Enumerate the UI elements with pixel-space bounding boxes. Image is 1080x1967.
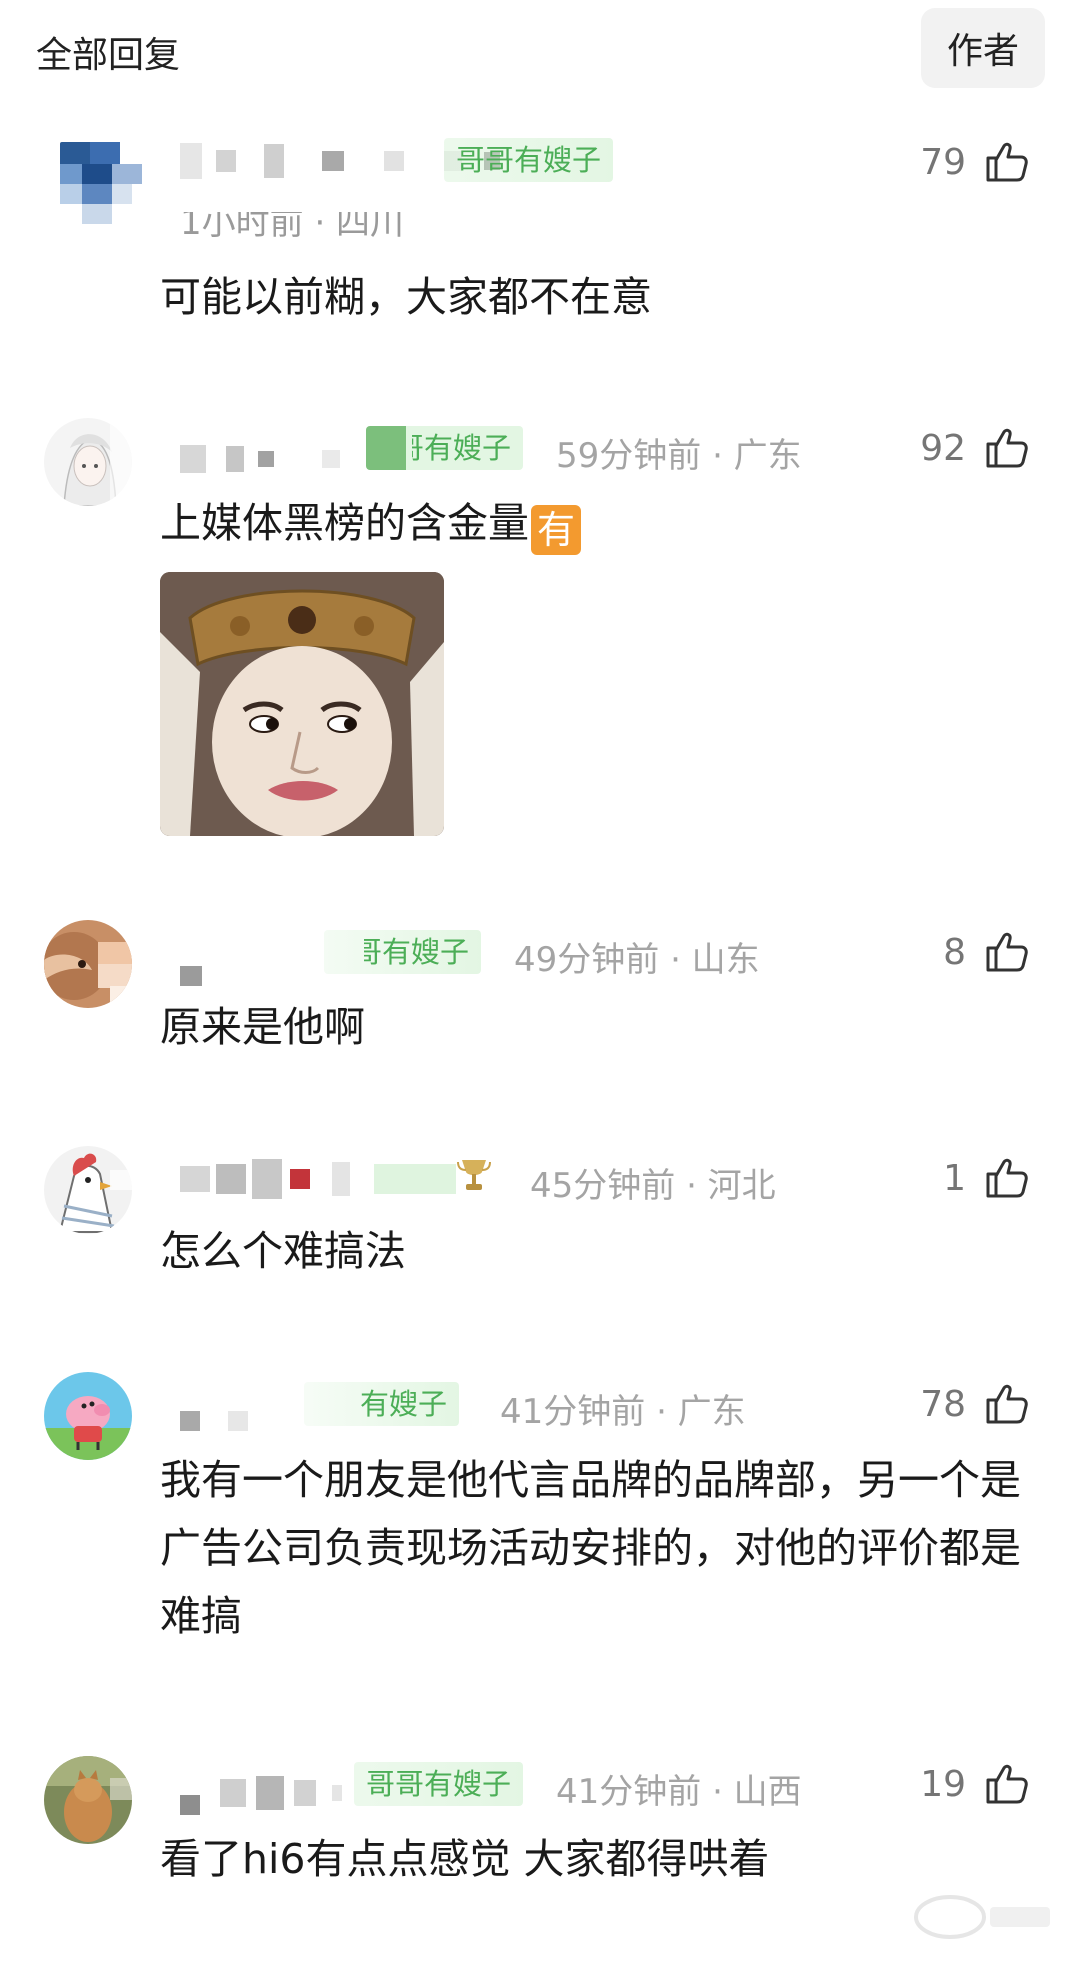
page-title: 全部回复 — [36, 35, 181, 76]
thumbs-up-icon[interactable] — [982, 928, 1030, 976]
header: 全部回复 作者 — [0, 0, 1080, 96]
avatar[interactable] — [44, 1146, 132, 1234]
comment-text-content: 上媒体黑榜的含金量 — [160, 499, 529, 547]
avatar[interactable] — [44, 418, 132, 506]
comment-text: 看了hi6有点点感觉 大家都得哄着 — [160, 1835, 770, 1883]
avatar-image — [60, 142, 142, 224]
like-count: 92 — [920, 428, 966, 469]
fan-badge: 哥哥有嫂子 — [366, 426, 524, 470]
meme-image[interactable] — [160, 572, 444, 836]
trophy-medal-icon — [457, 1160, 491, 1190]
meme-face-image — [160, 572, 444, 836]
avatar-image — [44, 1372, 132, 1460]
avatar-image — [44, 418, 132, 506]
thumbs-up-icon[interactable] — [982, 1380, 1030, 1428]
like-count: 8 — [943, 932, 966, 973]
fan-badge: 哥哥有嫂子 — [444, 138, 614, 182]
comment-text: 我有一个朋友是他代言品牌的品牌部，另一个是广告公司负责现场活动安排的，对他的评价… — [160, 1456, 1021, 1640]
avatar[interactable] — [44, 1372, 132, 1460]
thumbs-up-icon[interactable] — [982, 138, 1030, 186]
you-emoji: 有 — [531, 505, 581, 555]
thumbs-up-icon[interactable] — [982, 424, 1030, 472]
comment-meta: 45分钟前 · 河北 — [530, 1166, 776, 1206]
watermark-logo — [914, 1895, 1050, 1939]
username-blurred[interactable] — [180, 1764, 342, 1822]
avatar-image — [44, 1756, 132, 1844]
like-count: 79 — [920, 142, 966, 183]
comment-text: 怎么个难搞法 — [160, 1227, 406, 1275]
avatar-image — [44, 920, 132, 1008]
username-blurred[interactable] — [180, 1380, 248, 1438]
username-blurred[interactable] — [180, 936, 202, 994]
comment-meta: 1小时前 · 四川 — [180, 212, 405, 242]
thumbs-up-icon[interactable] — [982, 1760, 1030, 1808]
avatar[interactable] — [44, 1756, 132, 1844]
like-count: 78 — [920, 1384, 966, 1425]
username-blurred[interactable] — [180, 430, 340, 488]
thumbs-up-icon[interactable] — [982, 1154, 1030, 1202]
fan-badge: 有嫂子 — [304, 1382, 460, 1426]
avatar-image — [44, 1146, 132, 1234]
username-blurred[interactable] — [180, 1150, 456, 1208]
like-count: 1 — [943, 1158, 966, 1199]
fan-badge: 哥哥有嫂子 — [354, 1762, 524, 1806]
avatar[interactable] — [60, 142, 142, 224]
comment-meta: 41分钟前 · 山西 — [556, 1772, 802, 1812]
comment-meta: 59分钟前 · 广东 — [556, 436, 802, 476]
comment-text: 可能以前糊，大家都不在意 — [160, 273, 652, 321]
fan-badge: 哥哥有嫂子 — [324, 930, 482, 974]
avatar[interactable] — [44, 920, 132, 1008]
author-filter-button[interactable]: 作者 — [921, 8, 1045, 88]
comment-text: 原来是他啊 — [160, 1003, 365, 1051]
comment-meta: 41分钟前 · 广东 — [500, 1392, 746, 1432]
comment-meta: 49分钟前 · 山东 — [514, 940, 760, 980]
comment-text: 上媒体黑榜的含金量有 — [160, 490, 1040, 556]
like-count: 19 — [920, 1764, 966, 1805]
